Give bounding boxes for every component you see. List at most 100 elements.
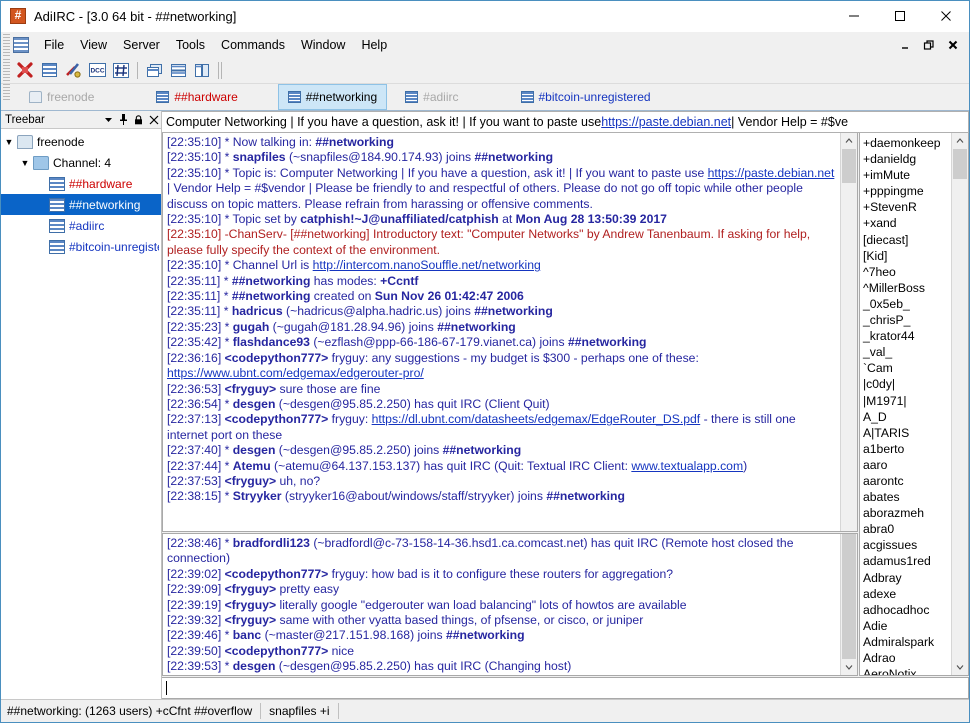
- nick-list-item[interactable]: A_D: [863, 409, 951, 425]
- chat-link[interactable]: www.textualapp.com: [631, 459, 743, 473]
- chat-link[interactable]: https://www.ubnt.com/edgemax/edgerouter-…: [167, 366, 424, 380]
- scroll-down-arrow-icon[interactable]: [841, 659, 857, 675]
- options-icon[interactable]: [62, 59, 84, 81]
- nick-list-item[interactable]: ^MillerBoss: [863, 280, 951, 296]
- chat-messages-lower[interactable]: [22:38:46] * bradfordli123 (~bradfordl@c…: [163, 534, 840, 675]
- tree-node-bitcoin-unregistered[interactable]: #bitcoin-unregistered: [1, 236, 161, 257]
- status-channel-info[interactable]: ##networking: (1263 users) +cCfnt ##over…: [1, 703, 262, 719]
- scroll-down-arrow-icon[interactable]: [952, 659, 968, 675]
- chat-link[interactable]: https://paste.debian.net: [708, 166, 835, 180]
- nick-list-item[interactable]: a1berto: [863, 441, 951, 457]
- mdi-minimize-button[interactable]: [893, 33, 917, 57]
- minimize-button[interactable]: [831, 1, 877, 31]
- chat-lower-scrollbar[interactable]: [840, 534, 857, 675]
- nick-list-item[interactable]: +daemonkeep: [863, 135, 951, 151]
- tab-freenode[interactable]: freenode: [19, 84, 104, 110]
- nick-list-item[interactable]: abra0: [863, 521, 951, 537]
- nick-list-item[interactable]: adamus1red: [863, 553, 951, 569]
- pin-icon[interactable]: [116, 112, 131, 127]
- nick-list-item[interactable]: +pppingme: [863, 183, 951, 199]
- menu-help[interactable]: Help: [353, 35, 395, 55]
- maximize-button[interactable]: [877, 1, 923, 31]
- lock-icon[interactable]: [131, 112, 146, 127]
- tree-node-freenode[interactable]: ▼ freenode: [1, 131, 161, 152]
- tile-vertical-icon[interactable]: [191, 59, 213, 81]
- tabstrip-grip[interactable]: [3, 84, 10, 102]
- mdi-close-button[interactable]: [941, 33, 965, 57]
- nick-list-item[interactable]: acgissues: [863, 537, 951, 553]
- toolbar-grip[interactable]: [3, 59, 10, 81]
- cascade-windows-icon[interactable]: [143, 59, 165, 81]
- nick-list-item[interactable]: _chrisP_: [863, 312, 951, 328]
- tree-node-networking[interactable]: ##networking: [1, 194, 161, 215]
- nick-list-item[interactable]: +StevenR: [863, 199, 951, 215]
- channel-list-icon[interactable]: [110, 59, 132, 81]
- server-list-icon[interactable]: [38, 59, 60, 81]
- chevron-down-icon[interactable]: [101, 112, 116, 127]
- nick-list-item[interactable]: aborazmeh: [863, 505, 951, 521]
- mdi-restore-button[interactable]: [917, 33, 941, 57]
- nick-list-item[interactable]: `Cam: [863, 360, 951, 376]
- menu-window[interactable]: Window: [293, 35, 353, 55]
- nick-list-items[interactable]: +daemonkeep +danieldg +imMute +pppingme +Ste…: [860, 133, 951, 675]
- nick-list-item[interactable]: A|TARIS: [863, 425, 951, 441]
- tree-node-hardware[interactable]: ##hardware: [1, 173, 161, 194]
- expand-arrow-icon[interactable]: ▼: [17, 158, 33, 168]
- nick-list-item[interactable]: [Kid]: [863, 248, 951, 264]
- chat-messages-upper[interactable]: [22:35:10] * Now talking in: ##networkin…: [163, 133, 840, 531]
- scroll-up-arrow-icon[interactable]: [841, 133, 857, 149]
- menu-server[interactable]: Server: [115, 35, 168, 55]
- menu-grip[interactable]: [3, 33, 10, 56]
- nick-list-item[interactable]: ^7heo: [863, 264, 951, 280]
- topic-link[interactable]: https://paste.debian.net: [601, 115, 731, 129]
- scroll-track[interactable]: [952, 149, 968, 659]
- mdi-window-icon[interactable]: [13, 36, 29, 53]
- nick-list-item[interactable]: adhocadhoc: [863, 602, 951, 618]
- tab-adiirc[interactable]: #adiirc: [395, 84, 468, 110]
- nick-list-item[interactable]: |c0dy|: [863, 376, 951, 392]
- menu-file[interactable]: File: [36, 35, 72, 55]
- close-icon[interactable]: [146, 112, 161, 127]
- menu-commands[interactable]: Commands: [213, 35, 293, 55]
- nick-list-item[interactable]: +imMute: [863, 167, 951, 183]
- nick-list-item[interactable]: Adrao: [863, 650, 951, 666]
- scroll-thumb[interactable]: [842, 149, 856, 183]
- nick-list-item[interactable]: |M1971|: [863, 393, 951, 409]
- nick-list[interactable]: +daemonkeep +danieldg +imMute +pppingme +Ste…: [859, 133, 969, 676]
- nick-list-item[interactable]: Adbray: [863, 570, 951, 586]
- dcc-icon[interactable]: DCC: [86, 59, 108, 81]
- nick-list-item[interactable]: Adie: [863, 618, 951, 634]
- disconnect-icon[interactable]: [14, 59, 36, 81]
- nick-list-item[interactable]: adexe: [863, 586, 951, 602]
- tab-bitcoin-unregistered[interactable]: #bitcoin-unregistered: [511, 84, 661, 110]
- tree-node-adiirc[interactable]: #adiirc: [1, 215, 161, 236]
- tab-hardware[interactable]: ##hardware: [146, 84, 247, 110]
- scroll-thumb[interactable]: [842, 534, 856, 659]
- chat-upper-scrollbar[interactable]: [840, 133, 857, 531]
- expand-arrow-icon[interactable]: ▼: [1, 137, 17, 147]
- nick-list-item[interactable]: _val_: [863, 344, 951, 360]
- message-input[interactable]: [162, 677, 969, 699]
- nick-list-item[interactable]: _krator44: [863, 328, 951, 344]
- nick-list-item[interactable]: aarontc: [863, 473, 951, 489]
- scroll-thumb[interactable]: [953, 149, 967, 179]
- nick-list-item[interactable]: [diecast]: [863, 232, 951, 248]
- tab-networking[interactable]: ##networking: [277, 84, 388, 110]
- topic-bar[interactable]: Computer Networking | If you have a ques…: [162, 111, 969, 133]
- scroll-up-arrow-icon[interactable]: [952, 133, 968, 149]
- tile-horizontal-icon[interactable]: [167, 59, 189, 81]
- chat-link[interactable]: http://intercom.nanoSouffle.net/networki…: [313, 258, 541, 272]
- tree-node-channel-folder[interactable]: ▼ Channel: 4: [1, 152, 161, 173]
- nick-list-item[interactable]: AeroNotix: [863, 666, 951, 675]
- chat-link[interactable]: https://dl.ubnt.com/datasheets/edgemax/E…: [372, 412, 701, 426]
- close-button[interactable]: [923, 1, 969, 31]
- status-user-modes[interactable]: snapfiles +i: [261, 703, 339, 719]
- nick-list-item[interactable]: _0x5eb_: [863, 296, 951, 312]
- scroll-track[interactable]: [841, 534, 857, 659]
- channel-tree[interactable]: ▼ freenode ▼ Channel: 4 ##hardware ##net…: [1, 129, 161, 699]
- scroll-track[interactable]: [841, 149, 857, 531]
- menu-tools[interactable]: Tools: [168, 35, 213, 55]
- nick-list-item[interactable]: aaro: [863, 457, 951, 473]
- nick-list-item[interactable]: Admiralspark: [863, 634, 951, 650]
- menu-view[interactable]: View: [72, 35, 115, 55]
